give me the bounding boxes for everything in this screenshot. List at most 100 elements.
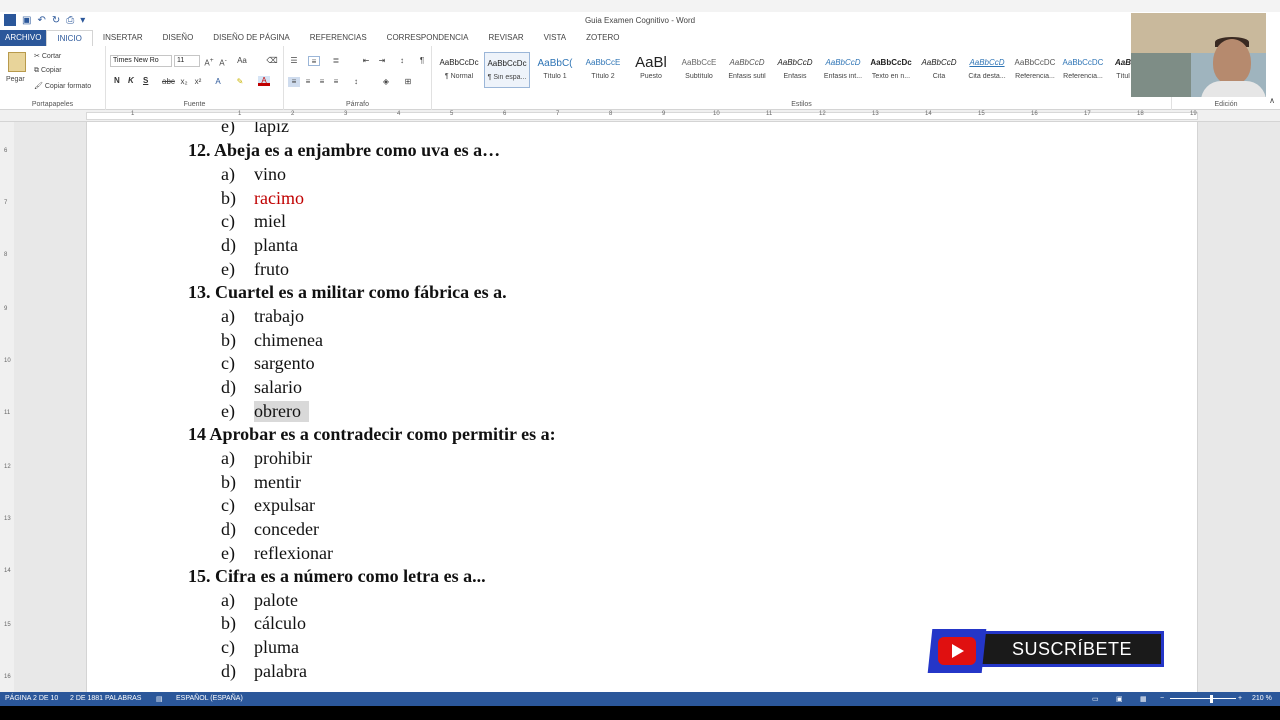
align-center-icon[interactable]: ≡ [302,77,314,87]
subscript-icon[interactable]: x₂ [178,77,190,87]
change-case-icon[interactable]: Aa [236,56,248,66]
style-intense-emphasis[interactable]: AaBbCcD Énfasis int... [820,52,866,88]
ruler-number: 9 [662,111,666,117]
style-quote[interactable]: AaBbCcD Cita [916,52,962,88]
zoom-slider-handle[interactable] [1210,695,1213,703]
strikethrough-icon[interactable]: abc [162,77,175,87]
tab-diseno[interactable]: DISEÑO [153,30,204,46]
zoom-slider[interactable] [1170,698,1236,699]
line-spacing-icon[interactable]: ↕ [350,77,362,87]
brush-icon: 🖌 [34,83,45,90]
style-preview: AaBbCcDc [487,59,527,68]
ruler-number: 18 [1137,111,1144,117]
tab-inicio[interactable]: INICIO [46,30,93,46]
tab-vista[interactable]: VISTA [534,30,577,46]
superscript-icon[interactable]: x² [192,77,204,87]
question-14-title: 14 Aprobar es a contradecir como permiti… [188,424,556,444]
numbering-icon[interactable]: ≡ [308,56,320,66]
show-marks-icon[interactable]: ¶ [416,56,428,66]
shading-icon[interactable]: ◈ [380,77,392,87]
align-left-icon[interactable]: ≡ [288,77,300,87]
bold-button[interactable]: N [114,76,120,85]
justify-icon[interactable]: ≡ [330,77,342,87]
style-name: Énfasis sutil [728,73,766,80]
style-preview: AaBbCcD [969,58,1005,67]
sort-icon[interactable]: ↕ [396,56,408,66]
copy-button[interactable]: ⧉ Copiar [34,67,62,75]
font-size-select[interactable]: 11 [174,55,200,67]
font-color-icon[interactable]: A [258,76,270,86]
tab-revisar[interactable]: REVISAR [478,30,533,46]
vertical-ruler[interactable]: 6 7 8 9 10 11 12 13 14 15 16 [0,122,14,692]
style-no-spacing[interactable]: AaBbCcDc ¶ Sin espa... [484,52,530,88]
style-name: Cita desta... [968,73,1006,80]
ruler-number: 7 [556,111,560,117]
word-count[interactable]: 2 DE 1881 PALABRAS [70,695,141,702]
style-subtle-emphasis[interactable]: AaBbCcD Énfasis sutil [724,52,770,88]
web-layout-icon[interactable]: ▦ [1140,695,1147,703]
option-letter: d) [221,377,236,397]
style-preview: AaBbCcD [921,58,957,67]
proofing-icon[interactable]: ▤ [156,695,163,703]
increase-indent-icon[interactable]: ⇥ [376,56,388,66]
document-page[interactable]: e) lápiz 12. Abeja es a enjambre como uv… [86,122,1198,692]
italic-button[interactable]: K [128,76,134,85]
paste-icon[interactable] [8,52,26,72]
document-area[interactable]: e) lápiz 12. Abeja es a enjambre como uv… [14,122,1280,692]
option-text: palote [254,590,298,610]
borders-icon[interactable]: ⊞ [402,77,414,87]
ruler-number: 8 [609,111,613,117]
style-strong[interactable]: AaBbCcDc Texto en n... [868,52,914,88]
option-text: chimenea [254,330,323,350]
style-name: Énfasis int... [823,73,863,80]
option-text: vino [254,164,287,184]
tab-insertar[interactable]: INSERTAR [93,30,153,46]
format-painter-button[interactable]: 🖌 Copiar formato [34,82,91,90]
ruler-number: 10 [713,111,720,117]
option-letter: b) [221,188,236,208]
style-subtitle[interactable]: AaBbCcE Subtítulo [676,52,722,88]
cut-button[interactable]: ✂ Cortar [34,52,61,60]
style-preview: AaBbC( [537,58,573,69]
text-effects-icon[interactable]: A [212,77,224,87]
read-mode-icon[interactable]: ▭ [1092,695,1099,703]
zoom-level[interactable]: 210 % [1252,695,1272,702]
clipboard-group: Pegar ✂ Cortar ⧉ Copiar 🖌 Copiar formato… [0,46,106,110]
page-count[interactable]: PÁGINA 2 DE 10 [5,695,58,702]
style-subtle-reference[interactable]: AaBbCcDC Referencia... [1012,52,1058,88]
grow-font-icon[interactable]: A+ [203,56,215,68]
decrease-indent-icon[interactable]: ⇤ [360,56,372,66]
style-intense-quote[interactable]: AaBbCcD Cita desta... [964,52,1010,88]
language-indicator[interactable]: ESPAÑOL (ESPAÑA) [176,695,243,702]
subscribe-badge[interactable]: SUSCRÍBETE [927,629,1164,675]
shrink-font-icon[interactable]: A- [217,56,229,68]
style-title[interactable]: AaBl Puesto [628,52,674,88]
tab-zotero[interactable]: ZOTERO [576,30,629,46]
print-layout-icon[interactable]: ▣ [1116,695,1123,703]
style-emphasis[interactable]: AaBbCcD Énfasis [772,52,818,88]
style-preview: AaBbCcDc [439,58,479,67]
paste-button[interactable]: Pegar [6,76,25,83]
collapse-ribbon-icon[interactable]: ∧ [1266,96,1278,106]
underline-button[interactable]: S [143,76,148,85]
style-intense-reference[interactable]: AaBbCcDC Referencia... [1060,52,1106,88]
tab-correspondencia[interactable]: CORRESPONDENCIA [377,30,479,46]
option-text: miel [254,211,286,231]
tab-referencias[interactable]: REFERENCIAS [300,30,377,46]
zoom-out-icon[interactable]: − [1160,695,1164,702]
option-text: fruto [254,259,289,279]
zoom-in-icon[interactable]: + [1238,695,1242,702]
style-heading-2[interactable]: AaBbCcE Título 2 [580,52,626,88]
bullets-icon[interactable]: ☰ [288,56,300,66]
multilevel-list-icon[interactable]: ≣ [330,56,342,66]
font-name-select[interactable]: Times New Ro [110,55,172,67]
style-normal[interactable]: AaBbCcDc ¶ Normal [436,52,482,88]
tab-archivo[interactable]: ARCHIVO [0,30,47,46]
style-heading-1[interactable]: AaBbC(Título 1 [532,52,578,88]
align-right-icon[interactable]: ≡ [316,77,328,87]
clear-format-icon[interactable]: ⌫ [266,56,278,66]
horizontal-ruler[interactable]: 1 1 2 3 4 5 6 7 8 9 10 11 12 13 14 15 16… [0,110,1280,122]
highlight-icon[interactable]: ✎ [234,77,246,87]
subscribe-label: SUSCRÍBETE [1012,639,1133,659]
tab-diseno-pagina[interactable]: DISEÑO DE PÁGINA [203,30,299,46]
